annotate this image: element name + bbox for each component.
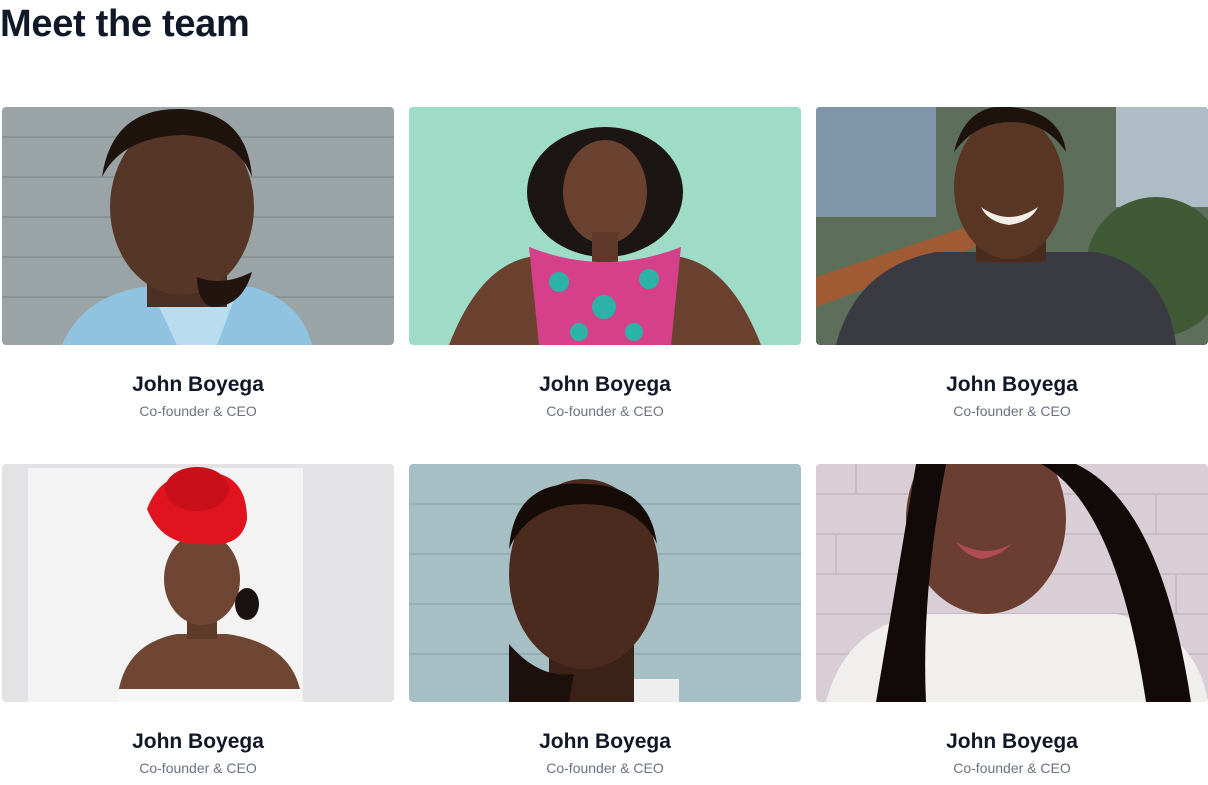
- team-member-name: John Boyega: [946, 373, 1078, 396]
- team-member-name: John Boyega: [539, 373, 671, 396]
- team-member-role: Co-founder & CEO: [139, 760, 257, 776]
- team-member-photo: [409, 107, 801, 345]
- team-member-name: John Boyega: [132, 373, 264, 396]
- team-member-role: Co-founder & CEO: [546, 403, 664, 419]
- team-member-role: Co-founder & CEO: [953, 403, 1071, 419]
- team-member-name: John Boyega: [539, 730, 671, 753]
- team-member-photo: [816, 107, 1208, 345]
- team-card: John Boyega Co-founder & CEO: [409, 464, 801, 785]
- team-card: John Boyega Co-founder & CEO: [2, 464, 394, 785]
- team-grid: John Boyega Co-founder & CEO John Boyega…: [2, 107, 1208, 785]
- team-member-photo: [816, 464, 1208, 702]
- team-member-role: Co-founder & CEO: [139, 403, 257, 419]
- team-member-photo: [409, 464, 801, 702]
- team-section: Meet the team John Boyega Co-founder & C…: [0, 0, 1208, 785]
- team-member-name: John Boyega: [132, 730, 264, 753]
- team-member-role: Co-founder & CEO: [546, 760, 664, 776]
- page-title: Meet the team: [0, 3, 250, 45]
- team-member-role: Co-founder & CEO: [953, 760, 1071, 776]
- team-card: John Boyega Co-founder & CEO: [409, 107, 801, 464]
- team-card: John Boyega Co-founder & CEO: [2, 107, 394, 464]
- team-member-photo: [2, 107, 394, 345]
- team-member-name: John Boyega: [946, 730, 1078, 753]
- team-card: John Boyega Co-founder & CEO: [816, 107, 1208, 464]
- team-card: John Boyega Co-founder & CEO: [816, 464, 1208, 785]
- team-member-photo: [2, 464, 394, 702]
